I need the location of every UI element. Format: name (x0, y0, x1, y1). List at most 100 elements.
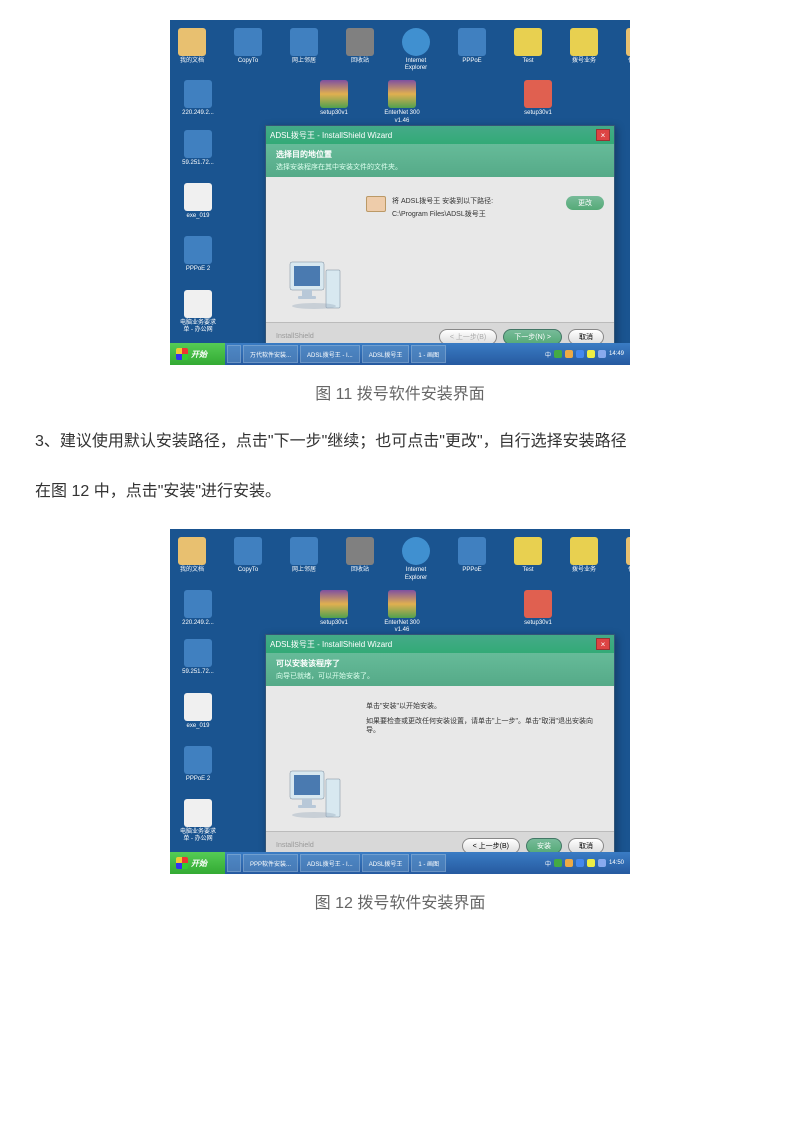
desktop-icon[interactable]: 回收站 (346, 537, 374, 574)
desktop-icon[interactable]: PPPoE (458, 537, 486, 574)
desktop-icon[interactable]: 我的文档 (178, 28, 206, 65)
desktop-icon[interactable]: setup30v1 (314, 590, 354, 627)
taskbar-item[interactable]: 万代软件安装... (243, 345, 298, 363)
icon-image (184, 693, 212, 721)
icon-image (346, 28, 374, 56)
icon-image (290, 28, 318, 56)
taskbar-item[interactable]: ADSL拨号王 (362, 345, 410, 363)
icon-label: 59.251.72... (182, 160, 214, 167)
icon-image (388, 590, 416, 618)
installer-window-2: ADSL拨号王 - InstallShield Wizard × 可以安装该程序… (265, 634, 615, 860)
desktop-icon[interactable]: 我的文档 (178, 537, 206, 574)
desktop-icon[interactable]: 网上邻居 (290, 28, 318, 65)
desktop-icon[interactable]: EnterNet 300 v1.46 (382, 590, 422, 634)
desktop-icon[interactable]: 代理通讯录 (626, 537, 630, 581)
desktop-1: 我的文档 CopyTo 网上邻居 回收站 Internet Explorer P… (170, 20, 630, 365)
installer-window-1: ADSL拨号王 - InstallShield Wizard × 选择目的地位置… (265, 125, 615, 351)
desktop-icon[interactable]: PPPoE 2 (178, 746, 218, 783)
icon-label: PPPoE (462, 58, 481, 65)
taskbar-item[interactable]: ADSL拨号王 - I... (300, 854, 360, 872)
icon-label: 电脑业务要求单 - 办公网 (178, 829, 218, 843)
start-label: 开始 (191, 349, 207, 360)
desktop-icon[interactable]: 拨号业务 (570, 537, 598, 574)
icon-image (388, 80, 416, 108)
start-button[interactable]: 开始 (170, 852, 225, 874)
icon-label: PPPoE 2 (186, 266, 210, 273)
icon-image (184, 639, 212, 667)
icon-image (184, 80, 212, 108)
icon-label: setup30v1 (524, 620, 552, 627)
icon-image (514, 537, 542, 565)
icon-label: 代理通讯录 (626, 58, 630, 72)
desktop-icon[interactable]: 拨号业务 (570, 28, 598, 65)
icon-image (184, 130, 212, 158)
desktop-icon[interactable]: exe_019 (178, 183, 218, 220)
icon-label: Internet Explorer (402, 567, 430, 581)
icon-image (626, 28, 630, 56)
icon-label: Test (522, 567, 533, 574)
taskbar-item[interactable] (227, 854, 241, 872)
icon-image (320, 590, 348, 618)
close-icon[interactable]: × (596, 129, 610, 141)
taskbar-item[interactable]: 1 - 画图 (411, 854, 446, 872)
desktop-icon[interactable]: 59.251.72... (178, 639, 218, 676)
desktop-icon[interactable]: 59.251.72... (178, 130, 218, 167)
desktop-icon[interactable]: EnterNet 300 v1.46 (382, 80, 422, 124)
start-label: 开始 (191, 858, 207, 869)
installer-titlebar: ADSL拨号王 - InstallShield Wizard × (266, 126, 614, 144)
close-icon[interactable]: × (596, 638, 610, 650)
desktop-icon[interactable]: PPPoE (458, 28, 486, 65)
desktop-icon[interactable]: CopyTo (234, 28, 262, 65)
desktop-icon[interactable]: 电脑业务要求单 - 办公网 (178, 799, 218, 843)
header-main: 可以安装该程序了 (276, 658, 604, 669)
icon-label: 220.249.2... (182, 620, 214, 627)
icon-label: CopyTo (238, 58, 258, 65)
desktop-icon[interactable]: 代理通讯录 (626, 28, 630, 72)
taskbar-item[interactable]: ADSL拨号王 - I... (300, 345, 360, 363)
change-button[interactable]: 更改 (566, 196, 604, 210)
icon-image (184, 746, 212, 774)
icon-image (184, 799, 212, 827)
desktop-icon[interactable]: 220.249.2... (178, 80, 218, 117)
system-tray: 中 14:50 (539, 859, 630, 868)
icon-image (402, 537, 430, 565)
desktop-icon[interactable]: setup30v1 (518, 590, 558, 627)
icon-label: 我的文档 (180, 567, 204, 574)
taskbar-item[interactable]: 1 - 画图 (411, 345, 446, 363)
taskbar-item[interactable]: PPP软件安装... (243, 854, 298, 872)
start-button[interactable]: 开始 (170, 343, 225, 365)
icon-label: exe_019 (186, 213, 209, 220)
icon-label: setup30v1 (320, 620, 348, 627)
desktop-icon[interactable]: Internet Explorer (402, 537, 430, 581)
path-label: 将 ADSL拨号王 安装到以下路径: (392, 196, 560, 206)
icon-label: EnterNet 300 v1.46 (382, 110, 422, 124)
desktop-icon[interactable]: 网上邻居 (290, 537, 318, 574)
windows-logo-icon (176, 348, 188, 360)
installer-graphic (276, 696, 356, 821)
icon-label: CopyTo (238, 567, 258, 574)
desktop-icon[interactable]: setup30v1 (518, 80, 558, 117)
icon-image (524, 590, 552, 618)
desktop-icon[interactable]: 回收站 (346, 28, 374, 65)
installer-header: 选择目的地位置 选择安装程序在其中安装文件的文件夹。 (266, 144, 614, 177)
header-sub: 向导已就绪，可以开始安装了。 (276, 671, 604, 681)
taskbar-item[interactable]: ADSL拨号王 (362, 854, 410, 872)
desktop-icon[interactable]: setup30v1 (314, 80, 354, 117)
desktop-icon[interactable]: CopyTo (234, 537, 262, 574)
icon-label: setup30v1 (320, 110, 348, 117)
desktop-icon[interactable]: PPPoE 2 (178, 236, 218, 273)
icon-label: 220.249.2... (182, 110, 214, 117)
icon-label: 拨号业务 (572, 567, 596, 574)
icon-label: Internet Explorer (402, 58, 430, 72)
desktop-icon[interactable]: Test (514, 28, 542, 65)
icon-label: 回收站 (351, 567, 369, 574)
header-main: 选择目的地位置 (276, 149, 604, 160)
taskbar-item[interactable] (227, 345, 241, 363)
desktop-icon[interactable]: Internet Explorer (402, 28, 430, 72)
path-value: C:\Program Files\ADSL拨号王 (392, 209, 560, 219)
desktop-icon[interactable]: 电脑业务要求单 - 办公网 (178, 290, 218, 334)
icon-label: 代理通讯录 (626, 567, 630, 581)
desktop-icon[interactable]: 220.249.2... (178, 590, 218, 627)
desktop-icon[interactable]: exe_019 (178, 693, 218, 730)
desktop-icon[interactable]: Test (514, 537, 542, 574)
